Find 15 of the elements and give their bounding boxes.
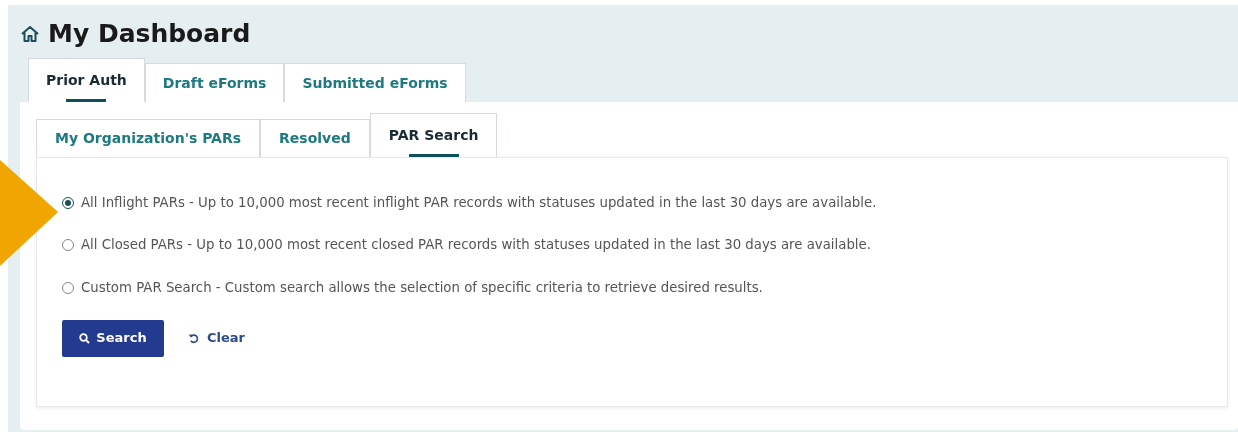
option-label: All Inflight PARs - Up to 10,000 most recent inflight PAR records with statuses updated in the last 30 days are available. — [81, 193, 877, 212]
page-title: My Dashboard — [48, 19, 251, 49]
search-button[interactable]: Search — [62, 319, 164, 357]
tab[interactable]: Submitted eForms — [284, 63, 466, 102]
clear-button[interactable]: Clear — [184, 328, 249, 348]
reset-icon — [188, 332, 199, 344]
tab[interactable]: Draft eForms — [144, 63, 285, 102]
option-label: Custom PAR Search - Custom search allows the selection of specific criteria to retrieve desired results. — [81, 278, 763, 297]
search-icon — [79, 332, 91, 344]
option-label: All Closed PARs - Up to 10,000 most recent closed PAR records with statuses updated in the last 30 days are available. — [81, 236, 871, 255]
tab[interactable]: Prior Auth — [28, 58, 145, 102]
home-icon — [20, 24, 40, 44]
subtab[interactable]: Resolved — [260, 119, 370, 157]
subtab[interactable]: My Organization's PARs — [36, 119, 261, 157]
subtab[interactable]: PAR Search — [369, 113, 498, 157]
